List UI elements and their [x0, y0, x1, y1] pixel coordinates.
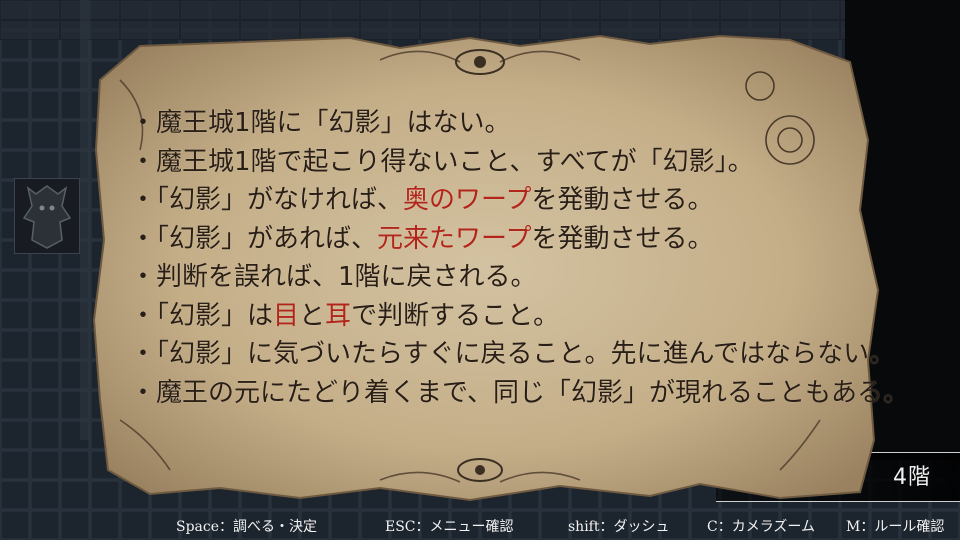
rule-line: ・「幻影」に気づいたらすぐに戻ること。先に進んではならない。: [130, 335, 895, 374]
controls-bar: Space：調べる・決定 ESC：メニュー確認 shift：ダッシュ C：カメラ…: [0, 510, 960, 540]
rule-text: ・「幻影」があれば、: [130, 223, 378, 254]
rule-line: ・魔王城1階で起こり得ないこと、すべてが「幻影」。: [130, 143, 850, 182]
rule-line: ・「幻影」がなければ、奥のワープを発動させる。: [130, 181, 850, 220]
rule-text: ・魔王の元にたどり着くまで、同じ「幻影」が現れることもある。: [130, 377, 909, 408]
rule-text: ・魔王城1階に「幻影」はない。: [130, 108, 511, 138]
control-hint-camera: C：カメラズーム: [707, 519, 816, 535]
rules-list: ・魔王城1階に「幻影」はない。・魔王城1階で起こり得ないこと、すべてが「幻影」。…: [130, 104, 909, 413]
rule-highlight: 奥のワープ: [403, 185, 532, 215]
rule-text: を発動させる。: [531, 223, 714, 254]
rule-text: ・「幻影」は: [130, 300, 274, 331]
rule-text: ・「幻影」に気づいたらすぐに戻ること。先に進んではならない。: [130, 339, 896, 369]
rule-line: ・魔王城1階に「幻影」はない。: [130, 104, 850, 143]
rule-line: ・「幻影」は目と耳で判断すること。: [130, 297, 850, 336]
rule-line: ・判断を誤れば、1階に戻される。: [130, 258, 850, 297]
rule-line: ・「幻影」があれば、元来たワープを発動させる。: [130, 220, 850, 259]
rule-highlight: 耳: [325, 300, 352, 331]
rule-highlight: 元来たワープ: [377, 223, 532, 254]
rule-text: と: [299, 300, 326, 331]
rule-text: で判断すること。: [351, 300, 560, 331]
control-hint-shift: shift：ダッシュ: [568, 519, 670, 535]
rule-line: ・魔王の元にたどり着くまで、同じ「幻影」が現れることもある。: [130, 374, 909, 413]
rule-text: ・判断を誤れば、1階に戻される。: [130, 262, 537, 292]
control-hint-esc: ESC：メニュー確認: [385, 519, 514, 535]
rule-text: を発動させる。: [531, 185, 714, 215]
control-hint-space: Space：調べる・決定: [176, 519, 318, 535]
rule-text: ・魔王城1階で起こり得ないこと、すべてが「幻影」。: [130, 146, 754, 177]
rule-text: ・「幻影」がなければ、: [130, 185, 404, 215]
control-hint-rules: M：ルール確認: [846, 519, 945, 535]
rule-highlight: 目: [273, 300, 300, 331]
